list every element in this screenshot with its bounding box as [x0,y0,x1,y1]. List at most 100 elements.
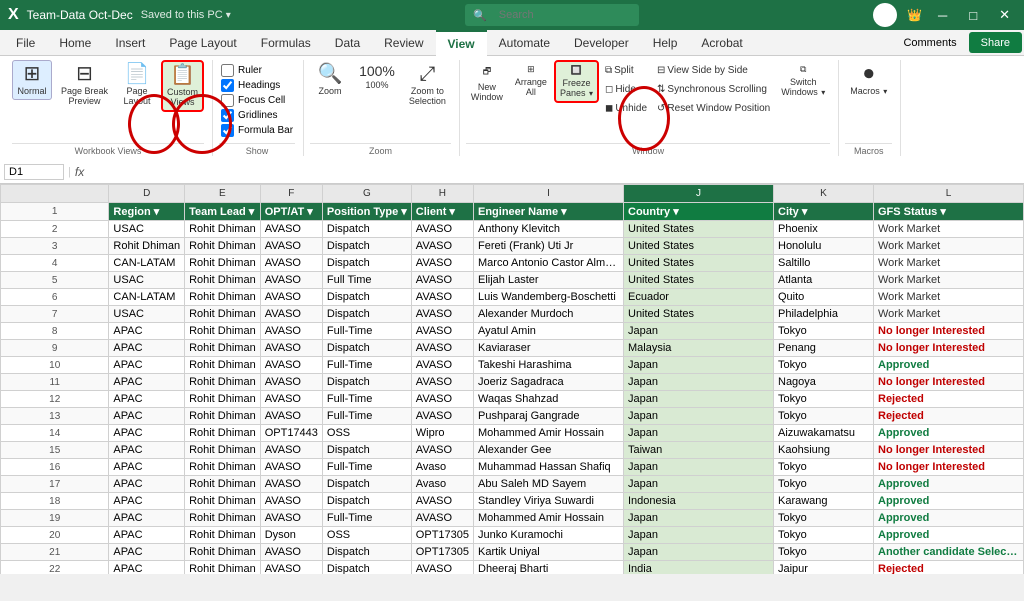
table-cell[interactable]: Rohit Dhiman [185,425,261,442]
table-cell[interactable]: United States [624,272,774,289]
arrange-all-button[interactable]: ⊞ ArrangeAll [510,60,552,101]
table-cell[interactable]: Approved [874,476,1024,493]
table-cell[interactable]: Dispatch [322,340,411,357]
table-cell[interactable]: AVASO [260,476,322,493]
table-cell[interactable]: Full-Time [322,510,411,527]
table-cell[interactable]: No longer Interested [874,442,1024,459]
table-cell[interactable]: Dispatch [322,238,411,255]
share-button[interactable]: Share [969,32,1022,53]
table-cell[interactable]: AVASO [411,272,473,289]
table-row[interactable]: 14APACRohit DhimanOPT17443OSSWiproMohamm… [1,425,1024,442]
focus-cell-checkbox[interactable]: Focus Cell [221,94,293,107]
table-cell[interactable]: AVASO [411,289,473,306]
page-layout-button[interactable]: 📄 PageLayout [117,60,157,110]
table-cell[interactable]: APAC [109,408,185,425]
table-row[interactable]: 18APACRohit DhimanAVASODispatchAVASOStan… [1,493,1024,510]
table-cell[interactable]: India [624,561,774,575]
table-cell[interactable]: Dispatch [322,476,411,493]
table-cell[interactable]: APAC [109,493,185,510]
table-cell[interactable]: Nagoya [774,374,874,391]
table-row[interactable]: 17APACRohit DhimanAVASODispatchAvasoAbu … [1,476,1024,493]
formula-bar-checkbox[interactable]: Formula Bar [221,124,293,137]
tab-review[interactable]: Review [372,30,435,55]
table-cell[interactable]: Takeshi Harashima [474,357,624,374]
table-cell[interactable]: Karawang [774,493,874,510]
view-side-by-side-button[interactable]: ⊟ View Side by Side [653,62,774,79]
table-cell[interactable]: Kaohsiung [774,442,874,459]
table-cell[interactable]: Japan [624,374,774,391]
table-cell[interactable]: APAC [109,357,185,374]
table-cell[interactable]: AVASO [411,340,473,357]
table-cell[interactable]: AVASO [260,289,322,306]
table-cell[interactable]: No longer Interested [874,374,1024,391]
table-cell[interactable]: Dispatch [322,289,411,306]
table-cell[interactable]: Tokyo [774,323,874,340]
table-cell[interactable]: AVASO [260,340,322,357]
table-cell[interactable]: AVASO [260,408,322,425]
table-cell[interactable]: Japan [624,408,774,425]
table-cell[interactable]: AVASO [260,510,322,527]
tab-acrobat[interactable]: Acrobat [689,30,754,55]
table-cell[interactable]: Japan [624,323,774,340]
table-cell[interactable]: APAC [109,374,185,391]
zoom-button[interactable]: 🔍 Zoom [310,60,350,100]
table-cell[interactable]: Dispatch [322,561,411,575]
table-cell[interactable]: AVASO [411,391,473,408]
table-cell[interactable]: Approved [874,425,1024,442]
table-cell[interactable]: Philadelphia [774,306,874,323]
table-cell[interactable]: AVASO [411,442,473,459]
tab-file[interactable]: File [4,30,47,55]
table-cell[interactable]: AVASO [411,323,473,340]
table-cell[interactable]: Waqas Shahzad [474,391,624,408]
table-cell[interactable]: APAC [109,442,185,459]
table-cell[interactable]: No longer Interested [874,459,1024,476]
table-cell[interactable]: CAN-LATAM [109,255,185,272]
table-cell[interactable]: Full Time [322,272,411,289]
restore-button[interactable]: □ [963,6,983,25]
table-cell[interactable]: APAC [109,476,185,493]
table-cell[interactable]: Rohit Dhiman [185,272,261,289]
tab-home[interactable]: Home [47,30,103,55]
table-cell[interactable]: Aizuwakamatsu [774,425,874,442]
table-cell[interactable]: AVASO [411,255,473,272]
formula-input[interactable] [88,165,1020,179]
table-row[interactable]: 20APACRohit DhimanDysonOSSOPT17305Junko … [1,527,1024,544]
table-cell[interactable]: Alexander Murdoch [474,306,624,323]
table-cell[interactable]: Jaipur [774,561,874,575]
table-cell[interactable]: Luis Wandemberg-Boschetti [474,289,624,306]
table-cell[interactable]: Dispatch [322,306,411,323]
table-cell[interactable]: Rohit Dhiman [185,527,261,544]
table-cell[interactable]: Rejected [874,408,1024,425]
switch-windows-button[interactable]: ⧉ SwitchWindows ▾ [776,60,830,101]
table-cell[interactable]: Atlanta [774,272,874,289]
table-cell[interactable]: Tokyo [774,459,874,476]
table-cell[interactable]: Saltillo [774,255,874,272]
spreadsheet-area[interactable]: D E F G H I J K L 1 Region ▾ Team Lead ▾… [0,184,1024,574]
table-row[interactable]: 19APACRohit DhimanAVASOFull-TimeAVASOMoh… [1,510,1024,527]
table-cell[interactable]: Dispatch [322,221,411,238]
table-row[interactable]: 2USACRohit DhimanAVASODispatchAVASOAntho… [1,221,1024,238]
tab-data[interactable]: Data [323,30,372,55]
table-cell[interactable]: Wipro [411,425,473,442]
table-cell[interactable]: Japan [624,357,774,374]
table-cell[interactable]: Work Market [874,272,1024,289]
table-cell[interactable]: Penang [774,340,874,357]
table-cell[interactable]: Work Market [874,221,1024,238]
table-cell[interactable]: Mohammed Amir Hossain [474,425,624,442]
table-cell[interactable]: Rohit Dhiman [185,306,261,323]
table-row[interactable]: 9APACRohit DhimanAVASODispatchAVASOKavia… [1,340,1024,357]
table-cell[interactable]: Approved [874,510,1024,527]
table-cell[interactable]: Work Market [874,255,1024,272]
table-cell[interactable]: APAC [109,323,185,340]
table-cell[interactable]: Full-Time [322,357,411,374]
table-row[interactable]: 3Rohit DhimanRohit DhimanAVASODispatchAV… [1,238,1024,255]
table-cell[interactable]: Japan [624,510,774,527]
minimize-button[interactable]: ─ [932,6,953,25]
table-cell[interactable]: Rohit Dhiman [185,408,261,425]
table-cell[interactable]: Japan [624,425,774,442]
table-cell[interactable]: Fereti (Frank) Uti Jr [474,238,624,255]
table-cell[interactable]: OSS [322,425,411,442]
table-cell[interactable]: AVASO [260,459,322,476]
table-cell[interactable]: Japan [624,391,774,408]
split-button[interactable]: ⧉ Split [601,62,651,79]
